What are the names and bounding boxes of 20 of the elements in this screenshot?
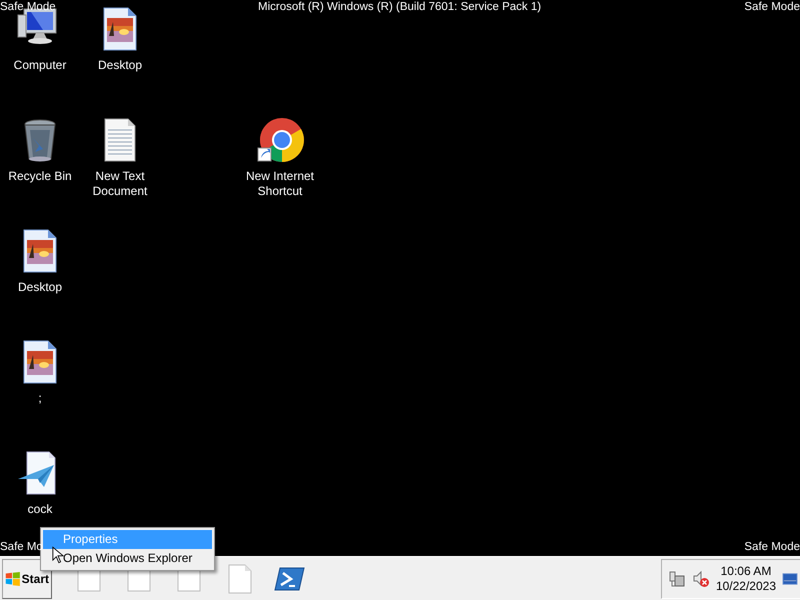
icon-label[interactable]: ; bbox=[1, 391, 79, 406]
mouse-pointer-icon bbox=[52, 546, 64, 564]
icon-label[interactable]: Computer bbox=[1, 58, 79, 73]
icon-label[interactable]: New Internet Shortcut bbox=[241, 169, 319, 199]
network-icon[interactable] bbox=[668, 570, 686, 588]
windows-logo-icon bbox=[5, 570, 21, 588]
browser-shortcut-icon[interactable] bbox=[256, 116, 304, 164]
system-title: Microsoft (R) Windows (R) (Build 7601: Service Pack 1) bbox=[258, 0, 542, 14]
icon-label[interactable]: Desktop bbox=[81, 58, 159, 73]
show-desktop-icon[interactable] bbox=[782, 572, 798, 586]
clock-date[interactable]: 10/22/2023 bbox=[716, 578, 776, 594]
icon-label[interactable]: Desktop bbox=[1, 280, 79, 295]
volume-muted-icon[interactable] bbox=[692, 570, 710, 588]
icon-label[interactable]: cock bbox=[1, 502, 79, 517]
clock-time[interactable]: 10:06 AM bbox=[720, 564, 772, 578]
icon-label[interactable]: Recycle Bin bbox=[1, 169, 79, 184]
start-button[interactable]: Start bbox=[2, 558, 52, 598]
safe-mode-label: Safe Mode bbox=[744, 540, 800, 554]
safe-mode-label: Safe Mode bbox=[744, 0, 800, 14]
icon-label[interactable]: New Text Document bbox=[81, 169, 159, 199]
